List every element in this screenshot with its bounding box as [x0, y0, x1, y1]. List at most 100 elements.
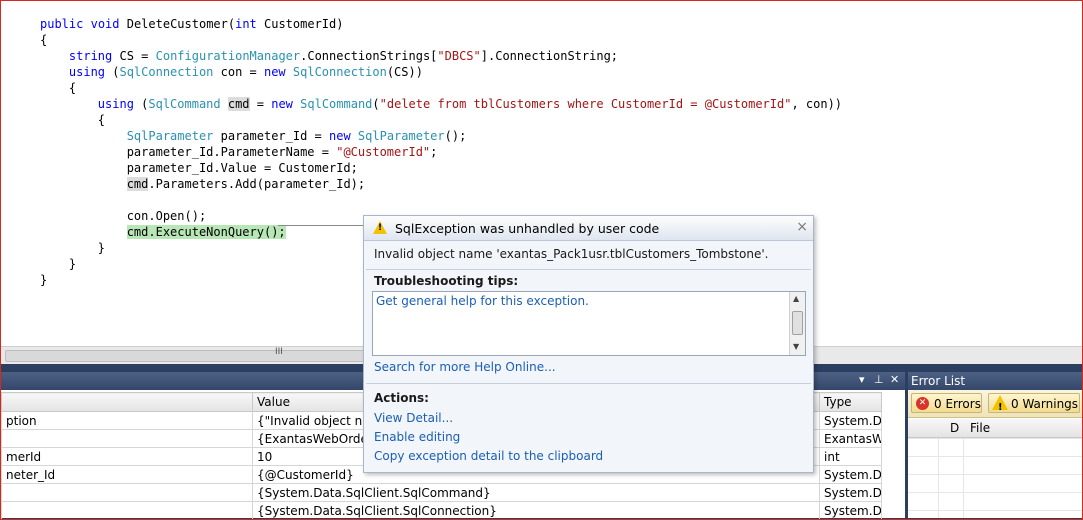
view-detail-link[interactable]: View Detail...	[374, 411, 453, 425]
warnings-count-label: 0 Warnings	[1011, 397, 1079, 411]
divider	[366, 383, 811, 384]
locals-cell-name: ption	[1, 411, 253, 430]
tips-scrollbar-thumb[interactable]	[792, 311, 803, 335]
code-token: ();	[444, 129, 467, 143]
code-token: .Parameters.Add(parameter_Id);	[148, 177, 366, 191]
popup-title-bar: ! SqlException was unhandled by user cod…	[364, 216, 813, 241]
code-token: ;	[430, 145, 438, 159]
code-line[interactable]: SqlParameter parameter_Id = new SqlParam…	[40, 128, 842, 144]
error-list-window: Error List ✕ 0 Errors ! 0 Warnings D Fil…	[908, 372, 1082, 518]
tips-scrollbar[interactable]: ▲ ▼	[789, 292, 805, 355]
code-line[interactable]: parameter_Id.Value = CustomerId;	[40, 160, 842, 176]
locals-cell-type: int	[819, 447, 882, 466]
code-token: SqlCommand	[148, 97, 221, 111]
code-token: {	[40, 81, 77, 95]
popup-title: SqlException was unhandled by user code	[395, 221, 660, 236]
code-token: SqlConnection	[119, 65, 214, 79]
locals-row[interactable]: {System.Data.SqlClient.SqlConnection} Sys…	[1, 501, 882, 520]
code-token: (	[133, 97, 149, 111]
warnings-filter-button[interactable]: ! 0 Warnings	[988, 393, 1080, 413]
close-icon[interactable]: ×	[796, 219, 808, 235]
column-name[interactable]	[1, 392, 253, 412]
code-token: }	[40, 257, 77, 271]
code-token: new	[329, 129, 351, 143]
code-token: CS =	[112, 49, 156, 63]
warning-icon: !	[373, 221, 387, 234]
column-file[interactable]: File	[970, 421, 990, 435]
pin-icon[interactable]: ⊥	[874, 373, 884, 386]
enable-editing-link[interactable]: Enable editing	[374, 430, 460, 444]
code-line[interactable]: public void DeleteCustomer(int CustomerI…	[40, 16, 842, 32]
code-line[interactable]: string CS = ConfigurationManager.Connect…	[40, 48, 842, 64]
code-token: CustomerId)	[256, 17, 344, 31]
locals-cell-value: {System.Data.SqlClient.SqlCommand}	[252, 483, 820, 502]
code-token: (CS))	[386, 65, 423, 79]
code-token: ConfigurationManager	[155, 49, 301, 63]
scroll-up-arrow-icon[interactable]: ▲	[793, 294, 799, 303]
code-token: parameter_Id.Value = CustomerId;	[40, 161, 358, 175]
error-list-title: Error List	[908, 372, 1082, 390]
locals-row[interactable]: {System.Data.SqlClient.SqlCommand} System…	[1, 483, 882, 502]
locals-cell-type: System.Data.SqlClient.SqlException	[819, 411, 882, 430]
locals-cell-type: System.Data.SqlClient.SqlParameter	[819, 465, 882, 484]
code-token: public	[40, 17, 84, 31]
dropdown-arrow-icon[interactable]: ▾	[859, 373, 865, 386]
column-type[interactable]: Type	[819, 392, 882, 412]
code-line[interactable]	[40, 192, 842, 208]
code-token: new	[263, 65, 286, 79]
code-token: .ConnectionStrings[	[300, 49, 438, 63]
code-token: cmd	[126, 177, 149, 191]
code-token: ].ConnectionString;	[480, 49, 619, 63]
code-token: }	[40, 273, 48, 287]
error-icon: ✕	[916, 397, 929, 410]
code-token: (	[372, 97, 380, 111]
code-token: SqlCommand	[300, 97, 373, 111]
locals-cell-name	[1, 429, 253, 448]
locals-cell-value: {System.Data.SqlClient.SqlConnection}	[252, 501, 820, 520]
code-token: string	[68, 49, 113, 63]
troubleshooting-tips-list[interactable]: Get general help for this exception. ▲ ▼	[372, 291, 806, 356]
code-line[interactable]: parameter_Id.ParameterName = "@CustomerI…	[40, 144, 842, 160]
error-list-grid	[908, 438, 1082, 518]
exception-message: Invalid object name 'exantas_Pack1usr.tb…	[374, 247, 769, 261]
code-token: parameter_Id.ParameterName =	[40, 145, 337, 159]
code-token: using	[97, 97, 134, 111]
warning-icon: !	[992, 395, 1008, 413]
column-d[interactable]: D	[950, 421, 959, 435]
code-token: con =	[213, 65, 264, 79]
copy-exception-detail-link[interactable]: Copy exception detail to the clipboard	[374, 449, 603, 463]
locals-cell-name	[1, 483, 253, 502]
code-line[interactable]: {	[40, 112, 842, 128]
tip-link-general-help[interactable]: Get general help for this exception.	[376, 294, 589, 308]
code-token: int	[235, 17, 257, 31]
code-token: parameter_Id =	[213, 129, 329, 143]
locals-cell-type: System.Data.SqlClient.SqlConnection	[819, 501, 882, 520]
actions-heading: Actions:	[374, 391, 429, 405]
close-icon[interactable]: ✕	[890, 373, 899, 386]
code-token: cmd	[227, 97, 250, 111]
code-token: "delete from tblCustomers where Customer…	[379, 97, 792, 111]
popup-connector-line	[278, 225, 364, 226]
code-token: {	[40, 113, 106, 127]
search-help-online-link[interactable]: Search for more Help Online...	[374, 360, 556, 374]
errors-filter-button[interactable]: ✕ 0 Errors	[911, 393, 982, 413]
scroll-down-arrow-icon[interactable]: ▼	[793, 342, 799, 351]
code-line[interactable]: {	[40, 32, 842, 48]
locals-cell-type: System.Data.SqlClient.SqlCommand	[819, 483, 882, 502]
code-line[interactable]: using (SqlCommand cmd = new SqlCommand("…	[40, 96, 842, 112]
code-line[interactable]: using (SqlConnection con = new SqlConnec…	[40, 64, 842, 80]
code-token: "@CustomerId"	[336, 145, 431, 159]
code-line[interactable]: {	[40, 80, 842, 96]
code-token: new	[271, 97, 293, 111]
locals-cell-name: neter_Id	[1, 465, 253, 484]
code-token: {	[40, 33, 48, 47]
code-line[interactable]: cmd.Parameters.Add(parameter_Id);	[40, 176, 842, 192]
locals-cell-type: ExantasWebOrders	[819, 429, 882, 448]
code-token: void	[90, 17, 120, 31]
code-token: SqlParameter	[357, 129, 445, 143]
